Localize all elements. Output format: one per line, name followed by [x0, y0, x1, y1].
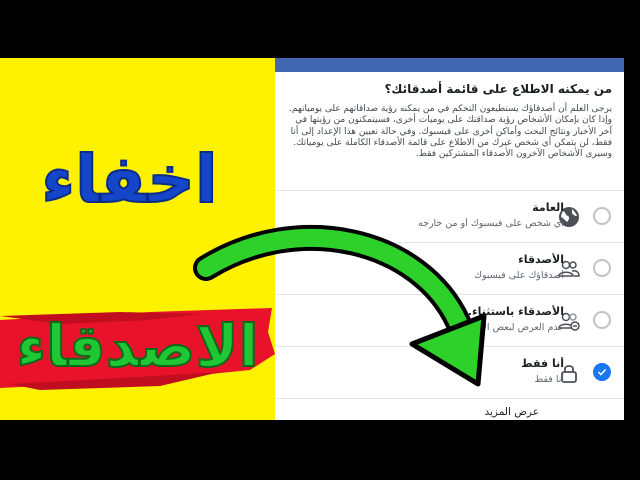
radio-friends-except[interactable] — [593, 311, 611, 329]
see-more-label: عرض المزيد — [484, 406, 539, 418]
privacy-description: يرجى العلم أن أصدقاؤك يستطيعون التحكم في… — [289, 104, 612, 160]
app-header-bar — [275, 58, 624, 72]
checkmark-icon — [597, 368, 607, 376]
option-only-me[interactable]: أنا فقط أنا فقط — [275, 346, 624, 399]
title-friends: الاصدقاء — [15, 311, 259, 381]
radio-public[interactable] — [593, 207, 611, 225]
option-friends[interactable]: الأصدقاء أصدقاؤك على فيسبوك — [275, 242, 624, 295]
phone-screenshot: من يمكنه الاطلاع على قائمة أصدقائك؟ يرجى… — [275, 58, 624, 420]
option-friends-title: الأصدقاء — [518, 253, 564, 266]
option-friends-except[interactable]: الأصدقاء باستثناء... عدم العرض لبعض الأص… — [275, 294, 624, 347]
option-public-subtitle: أي شخص على فيسبوك أو من خارجه — [417, 218, 564, 229]
privacy-question: من يمكنه الاطلاع على قائمة أصدقائك؟ — [384, 82, 612, 96]
option-public-title: العامة — [532, 201, 564, 214]
title-hide: اخفاء — [40, 140, 218, 219]
option-only-me-subtitle: أنا فقط — [534, 374, 564, 385]
option-friends-except-title: الأصدقاء باستثناء... — [459, 305, 564, 318]
see-more-button[interactable]: عرض المزيد — [275, 398, 624, 420]
black-border — [624, 58, 640, 420]
radio-only-me[interactable] — [593, 363, 611, 381]
radio-friends[interactable] — [593, 259, 611, 277]
option-friends-except-subtitle: عدم العرض لبعض الأصدقاء — [456, 322, 564, 333]
option-only-me-title: أنا فقط — [521, 357, 564, 370]
option-friends-subtitle: أصدقاؤك على فيسبوك — [474, 270, 564, 281]
video-frame: اخفاء الاصدقاء من يمكنه الاطلاع على قائم… — [0, 0, 640, 480]
option-public[interactable]: العامة أي شخص على فيسبوك أو من خارجه — [275, 190, 624, 243]
thumbnail-panel: اخفاء الاصدقاء — [0, 58, 275, 420]
